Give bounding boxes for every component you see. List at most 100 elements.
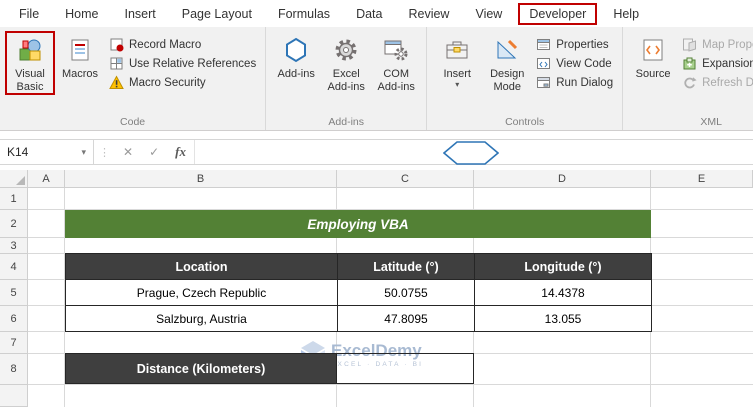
title-banner-cell[interactable]: Employing VBA [65, 210, 651, 238]
add-ins-label: Add-ins [277, 68, 315, 80]
map-properties-button: Map Properties [682, 37, 753, 52]
refresh-data-icon [684, 77, 697, 89]
xml-group-label: XML [700, 116, 723, 128]
name-box-dropdown-icon[interactable]: ▾ [81, 147, 86, 158]
visual-basic-button[interactable]: Visual Basic [5, 31, 55, 96]
record-macro-icon [110, 38, 124, 52]
macro-security-button[interactable]: Macro Security [109, 75, 256, 90]
column-header-b[interactable]: B [65, 170, 337, 188]
row-header-5[interactable]: 5 [0, 280, 28, 306]
insert-control-button[interactable]: Insert ▾ [432, 31, 482, 91]
name-box[interactable]: K14 ▾ [0, 140, 94, 164]
refresh-data-button: Refresh Data [682, 75, 753, 90]
grid-area[interactable]: ExcelDemy EXCEL · DATA · BI Employing VB… [28, 188, 753, 407]
xml-source-icon [640, 35, 666, 65]
expansion-packs-button[interactable]: Expansion Packs [682, 56, 753, 71]
cell-latitude-1[interactable]: 50.0755 [337, 279, 475, 306]
row-header-4[interactable]: 4 [0, 254, 28, 280]
run-dialog-label: Run Dialog [556, 76, 614, 89]
com-add-ins-button[interactable]: COM Add-ins [371, 31, 421, 95]
design-mode-button[interactable]: Design Mode [482, 31, 532, 95]
column-header-e[interactable]: E [651, 170, 753, 188]
column-header-c[interactable]: C [337, 170, 474, 188]
column-header-d[interactable]: D [474, 170, 651, 188]
tab-home[interactable]: Home [52, 3, 111, 25]
tab-developer[interactable]: Developer [518, 2, 598, 25]
row-header-3[interactable]: 3 [0, 238, 28, 254]
source-button[interactable]: Source [628, 31, 678, 83]
addins-group-label: Add-ins [328, 116, 364, 128]
insert-function-button[interactable]: fx [167, 140, 194, 164]
excel-add-ins-gear-icon [333, 35, 359, 65]
tab-help[interactable]: Help [600, 3, 652, 25]
row-headers: 1 2 3 4 5 6 7 8 [0, 188, 28, 407]
visual-basic-icon [17, 35, 43, 65]
distance-result-cell[interactable] [337, 353, 474, 384]
code-group-label: Code [120, 116, 146, 128]
use-relative-references-button[interactable]: Use Relative References [109, 56, 256, 71]
insert-label: Insert [443, 68, 471, 80]
com-add-ins-label: COM Add-ins [377, 68, 415, 93]
cancel-button[interactable]: ✕ [115, 140, 141, 164]
excel-add-ins-label: Excel Add-ins [327, 68, 365, 93]
view-code-label: View Code [556, 57, 612, 70]
hexagon-shape[interactable] [442, 141, 500, 170]
ribbon-group-controls: Insert ▾ Design Mode Properties View Cod… [427, 27, 624, 130]
row-header-6[interactable]: 6 [0, 306, 28, 332]
design-mode-icon [494, 35, 520, 65]
record-macro-label: Record Macro [129, 38, 202, 51]
properties-icon [537, 39, 551, 50]
row-header-2[interactable]: 2 [0, 210, 28, 238]
cell-longitude-1[interactable]: 14.4378 [474, 279, 652, 306]
run-dialog-button[interactable]: Run Dialog [536, 75, 613, 90]
tab-formulas[interactable]: Formulas [265, 3, 343, 25]
map-properties-icon [683, 38, 697, 52]
tab-page-layout[interactable]: Page Layout [169, 3, 265, 25]
header-cell-location[interactable]: Location [65, 253, 338, 280]
controls-group-label: Controls [505, 116, 545, 128]
ribbon-group-xml: Source Map Properties Expansion Packs [623, 27, 753, 130]
tab-data[interactable]: Data [343, 3, 395, 25]
ribbon-group-addins: Add-ins Excel Add-ins COM Add-ins Add-in… [266, 27, 428, 130]
header-cell-longitude[interactable]: Longitude (°) [474, 253, 652, 280]
map-properties-label: Map Properties [702, 38, 753, 51]
header-cell-latitude[interactable]: Latitude (°) [337, 253, 475, 280]
macros-icon [67, 35, 93, 65]
cell-latitude-2[interactable]: 47.8095 [337, 305, 475, 332]
row-header-1[interactable]: 1 [0, 188, 28, 210]
row-header-7[interactable]: 7 [0, 332, 28, 354]
excel-add-ins-button[interactable]: Excel Add-ins [321, 31, 371, 95]
table-row: Salzburg, Austria 47.8095 13.055 [65, 305, 652, 332]
cell-location-2[interactable]: Salzburg, Austria [65, 305, 338, 332]
tab-file[interactable]: File [6, 3, 52, 25]
design-mode-label: Design Mode [490, 68, 525, 93]
properties-button[interactable]: Properties [536, 37, 613, 52]
macro-security-label: Macro Security [129, 76, 206, 89]
cell-longitude-2[interactable]: 13.055 [474, 305, 652, 332]
gridline [28, 384, 753, 385]
formula-bar-splitter[interactable]: ⋮ [94, 140, 115, 164]
column-headers: A B C D E [0, 170, 753, 188]
formula-bar: K14 ▾ ⋮ ✕ ✓ fx [0, 139, 753, 165]
select-all-corner[interactable] [0, 170, 28, 188]
formula-input[interactable] [193, 140, 753, 165]
record-macro-button[interactable]: Record Macro [109, 37, 256, 52]
ribbon-tab-bar: File Home Insert Page Layout Formulas Da… [0, 0, 753, 27]
row-header-9[interactable] [0, 385, 28, 407]
table-header-row: Location Latitude (°) Longitude (°) [65, 253, 652, 280]
insert-dropdown-caret-icon: ▾ [455, 79, 460, 89]
tab-view[interactable]: View [462, 3, 515, 25]
enter-button[interactable]: ✓ [141, 140, 167, 164]
relative-references-icon [110, 57, 123, 70]
cell-location-1[interactable]: Prague, Czech Republic [65, 279, 338, 306]
macros-button[interactable]: Macros [55, 31, 105, 83]
add-ins-button[interactable]: Add-ins [271, 31, 321, 83]
view-code-button[interactable]: View Code [536, 56, 613, 71]
properties-label: Properties [556, 38, 609, 51]
tab-review[interactable]: Review [395, 3, 462, 25]
tab-insert[interactable]: Insert [112, 3, 169, 25]
view-code-icon [537, 58, 551, 69]
distance-label-cell[interactable]: Distance (Kilometers) [65, 353, 337, 384]
row-header-8[interactable]: 8 [0, 354, 28, 385]
column-header-a[interactable]: A [28, 170, 65, 188]
